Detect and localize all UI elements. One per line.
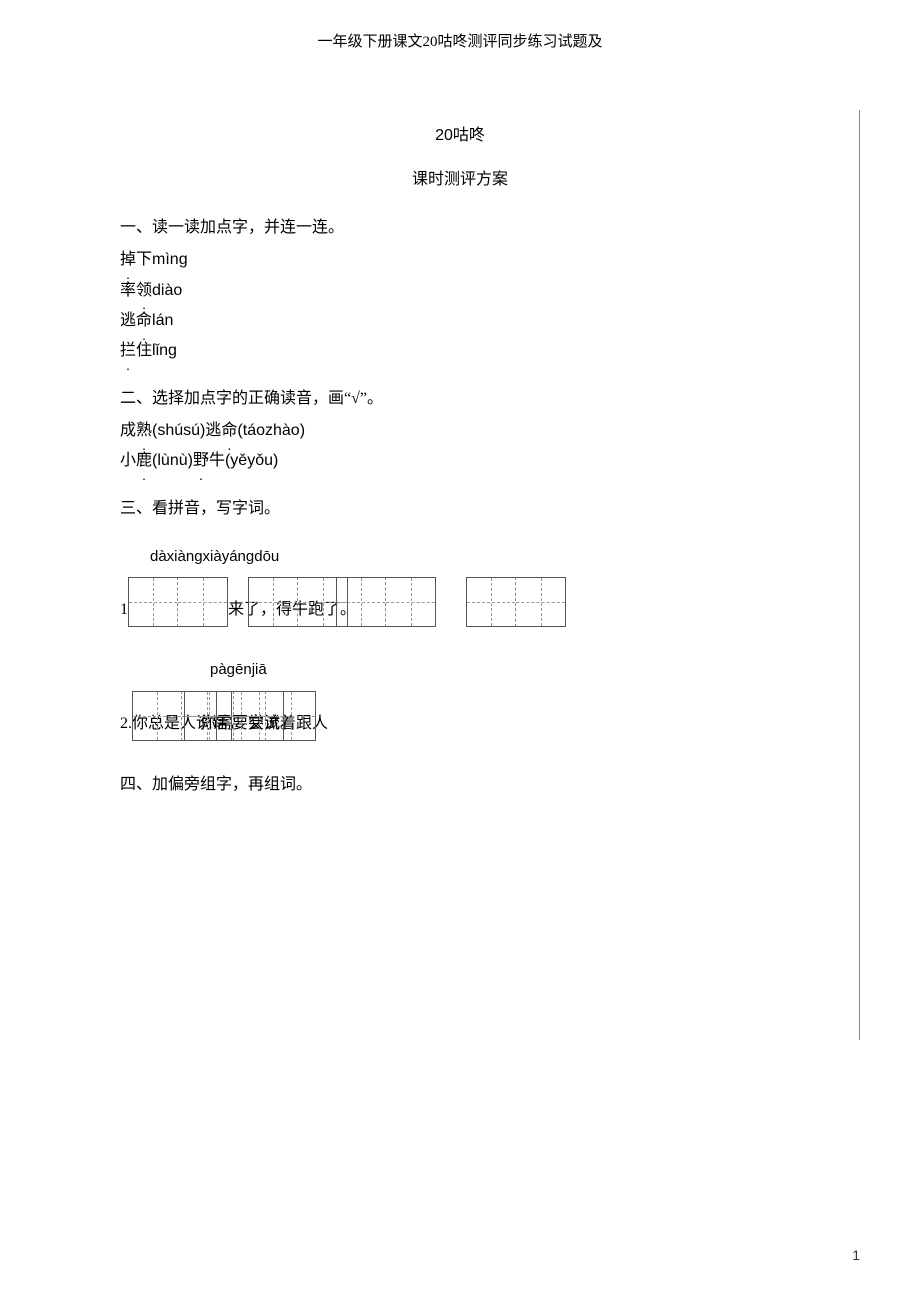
q1-item-3: 逃命lán [120,306,800,336]
tianzige-pair [336,577,436,627]
q1-item-4-pre: 拦 [120,336,136,366]
q2-2b-pinyin: (yěyǒu) [225,452,278,469]
page-divider [859,110,860,1040]
q2-2b-post: 牛 [209,452,225,469]
tianzige-cell [336,577,386,627]
tianzige-cell [216,691,266,741]
q2-1b-pinyin: (táozhào) [237,422,305,439]
q2-line-2: 小鹿(lùnù)野牛(yěyǒu) [120,446,800,476]
q3-line2-boxes-row: 2. 你总是 人说话， 你需要尝试着跟人 交流。 [120,691,800,741]
tianzige-pair [466,577,566,627]
q2-1a-dot: 熟 [136,416,152,446]
q1-item-3-pinyin: lán [152,312,173,329]
q1-item-4-pinyin: lǐnɡ [152,342,177,359]
q1-item-2: 率领diào [120,276,800,306]
q2-1a-pinyin: (shúsú) [152,422,205,439]
q2-1a-pre: 成 [120,422,136,439]
question-1: 一、读一读加点字，并连一连。 掉下mìnɡ 率领diào 逃命lán 拦住lǐn… [120,214,800,367]
tianzige-cell [248,577,298,627]
q1-item-1-dot: 下 [136,251,152,268]
tianzige-cell [128,577,178,627]
q1-item-4: 拦住lǐnɡ [120,336,800,366]
tianzige-cell [386,577,436,627]
q1-title: 一、读一读加点字，并连一连。 [120,214,800,241]
q1-item-1-pre: 掉 [120,245,136,275]
doc-header: 一年级下册课文20咕咚测评同步练习试题及 [120,30,800,51]
lesson-title: 20咕咚 [120,121,800,145]
tianzige-cell [132,691,182,741]
q1-item-3-dot: 命 [136,306,152,336]
q1-item-4-dot: 住 [136,342,152,359]
subtitle: 课时测评方案 [120,165,800,189]
q2-2a-pre: 小 [120,452,136,469]
q3-line1-pinyin: dàxiànɡxiàyánɡdōu [150,544,800,570]
q1-item-1: 掉下mìnɡ [120,245,800,275]
question-4: 四、加偏旁组字，再组词。 [120,771,800,798]
tianzige-pair [128,577,228,627]
q2-1b-pre: 逃 [205,422,221,439]
q1-item-2-dot: 领 [136,276,152,306]
tianzige-cell [178,577,228,627]
tianzige-cell [466,577,516,627]
tianzige-cell [266,691,316,741]
q2-2a-dot: 鹿 [136,446,152,476]
q2-line-1: 成熟(shúsú)逃命(táozhào) [120,416,800,446]
q1-item-3-pre: 逃 [120,312,136,329]
q2-2b-dot: 野 [193,446,209,476]
q2-2a-pinyin: (lùnù) [152,452,193,469]
q3-line2-prefix: 2. [120,710,132,741]
q2-1b-dot: 命 [221,416,237,446]
page-number: 1 [852,1247,860,1263]
q2-title: 二、选择加点字的正确读音，画“√”。 [120,385,800,412]
q1-item-1-pinyin: mìnɡ [152,251,188,268]
q4-title: 四、加偏旁组字，再组词。 [120,771,800,798]
q3-line1-prefix: 1 [120,596,128,627]
tianzige-pair [216,691,316,741]
q1-item-2-pinyin: diào [152,282,182,299]
q3-line-2: pàɡēnjiā 2. 你总是 人说话， 你需要尝试着跟人 交流。 [120,657,800,741]
question-2: 二、选择加点字的正确读音，画“√”。 成熟(shúsú)逃命(táozhào) … [120,385,800,477]
q3-title: 三、看拼音，写字词。 [120,495,800,522]
q3-line1-boxes-row: 1 来了， 得牛跑了。 [120,577,800,627]
q1-item-2-pre: 率 [120,282,136,299]
tianzige-cell [516,577,566,627]
question-3: 三、看拼音，写字词。 dàxiànɡxiàyánɡdōu 1 来了， 得牛跑了。 [120,495,800,741]
q3-line2-pinyin: pàɡēnjiā [210,657,800,683]
q3-line-1: dàxiànɡxiàyánɡdōu 1 来了， 得牛跑了。 [120,544,800,628]
page-content: 一年级下册课文20咕咚测评同步练习试题及 20咕咚 课时测评方案 一、读一读加点… [0,0,920,798]
tianzige-pair [248,577,348,627]
